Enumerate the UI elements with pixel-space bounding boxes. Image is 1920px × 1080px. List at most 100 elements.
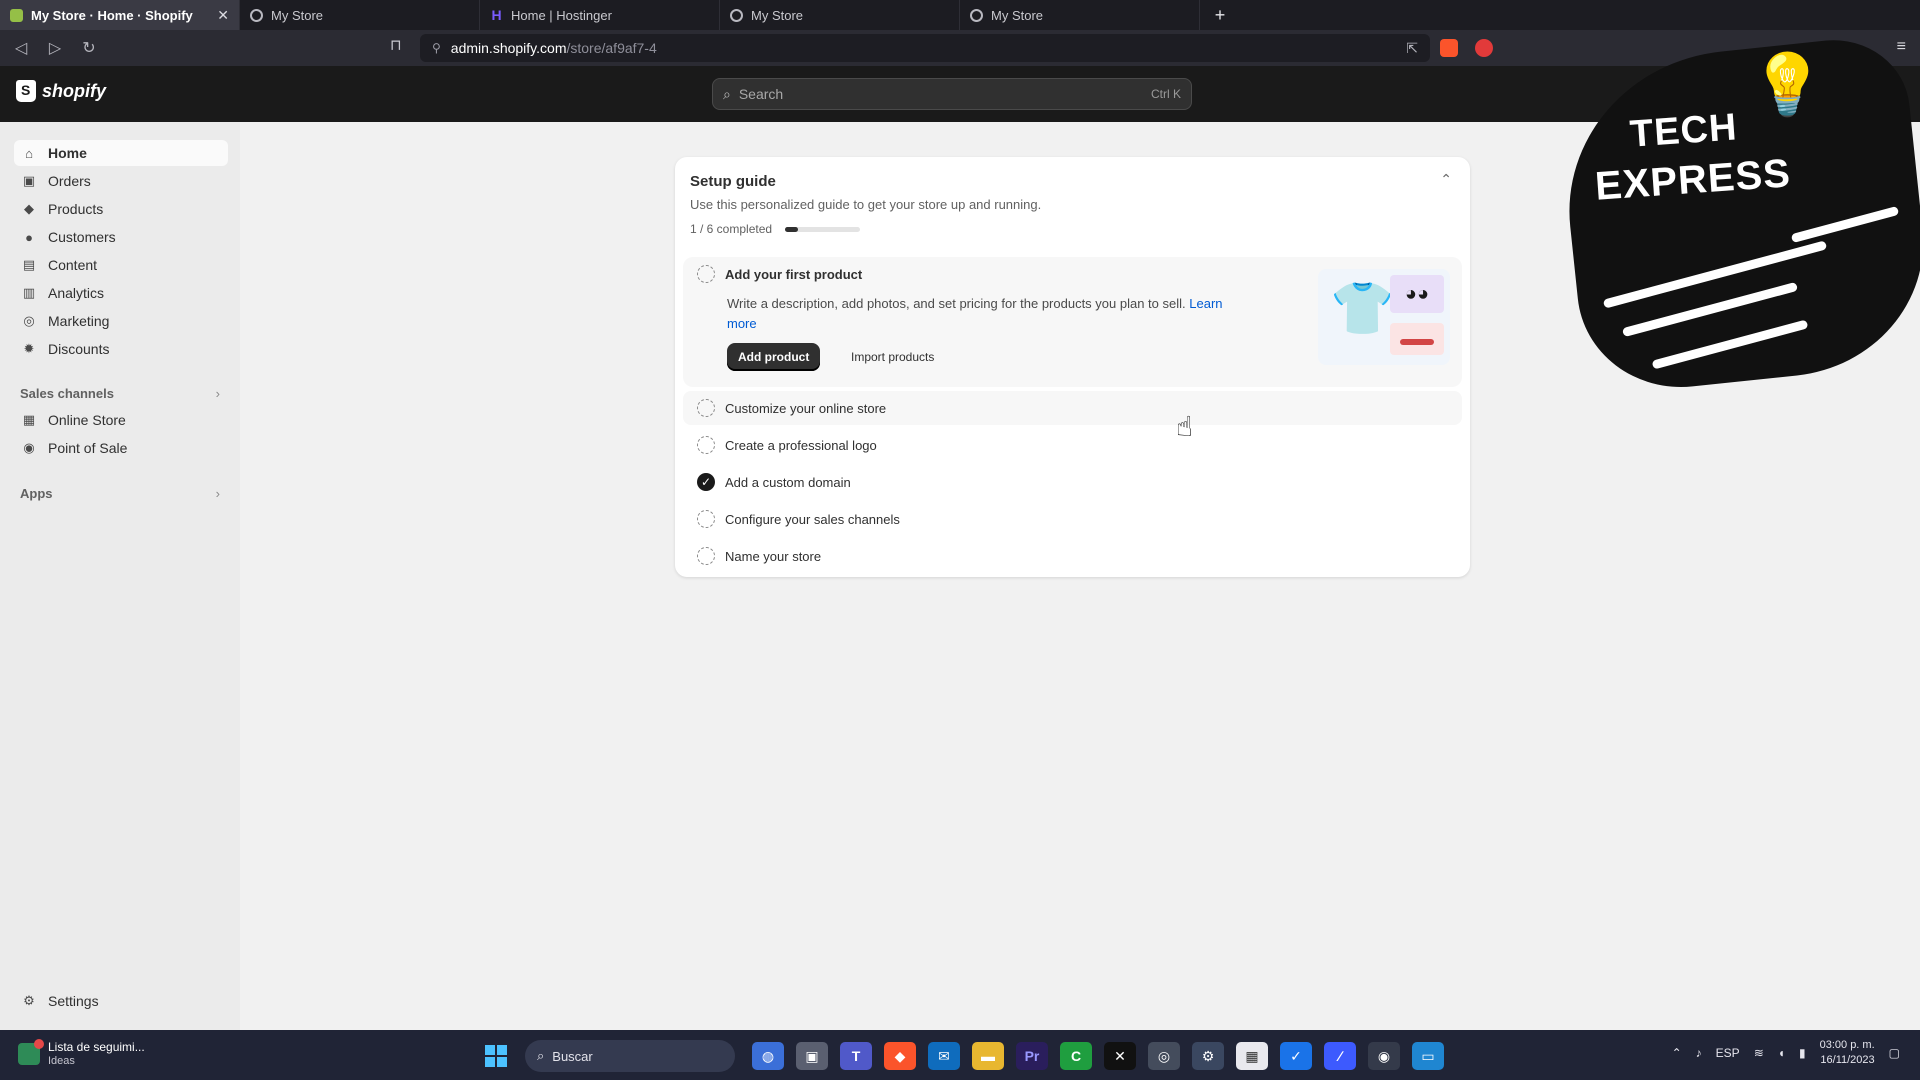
pos-icon: ◉ [23,440,35,455]
shopify-bag-icon [16,80,36,102]
teams-icon[interactable]: T [840,1042,872,1070]
target-icon: ◎ [23,313,35,328]
tab-title: My Store [991,7,1044,23]
task-status-circle-icon[interactable] [697,510,715,528]
file-explorer-icon[interactable]: ▬ [972,1042,1004,1070]
tab-title: My Store · Home · Shopify [31,7,193,23]
sidebar-item-home[interactable]: ⌂ Home [14,140,228,166]
shopify-favicon-icon [10,8,23,22]
task-header[interactable]: Add your first product [697,265,862,283]
remote-desktop-icon[interactable]: ▭ [1412,1042,1444,1070]
search-input[interactable]: ⌕ Search Ctrl K [712,78,1192,110]
taskbar-search[interactable]: ⌕ Buscar [525,1040,735,1072]
task-row[interactable]: Create a professional logo [683,428,1462,462]
browser-tab-0[interactable]: My Store · Home · Shopify ✕ [0,0,240,30]
browser-tab-2[interactable]: H Home | Hostinger [480,0,720,30]
task-row[interactable]: Name your store [683,539,1462,573]
watermark-text-line1: TECH [1628,106,1739,156]
reload-icon[interactable]: ↻ [76,35,102,61]
wifi-icon[interactable]: ≋ [1754,1046,1764,1060]
check-app-icon[interactable]: ✓ [1280,1042,1312,1070]
premiere-pro-icon[interactable]: Pr [1016,1042,1048,1070]
task-status-circle-icon[interactable] [697,436,715,454]
url-path: /store/af9af7-4 [566,40,657,56]
back-icon[interactable]: ◁ [8,35,34,61]
store-icon: ▦ [22,412,36,427]
sidebar-item-discounts[interactable]: ✹ Discounts [14,336,228,362]
sidebar-item-orders[interactable]: ▣ Orders [14,168,228,194]
search-icon: ⌕ [537,1048,545,1063]
task-status-circle-icon[interactable] [697,547,715,565]
progress-fill [785,227,798,232]
address-bar[interactable]: ⚲ admin.shopify.com /store/af9af7-4 ⇱ [420,34,1430,62]
new-tab-button[interactable]: + [1200,0,1240,30]
news-widget[interactable]: Lista de seguimi... Ideas [18,1039,145,1068]
windows-taskbar: Lista de seguimi... Ideas ⌕ Buscar ◍ ▣ T… [0,1030,1920,1080]
task-label: Configure your sales channels [725,511,900,527]
site-info-icon[interactable]: ⚲ [432,41,441,55]
import-products-button[interactable]: Import products [843,343,942,371]
sidebar-item-analytics[interactable]: ▥ Analytics [14,280,228,306]
hostinger-icon: H [491,6,502,23]
search-shortcut: Ctrl K [1151,87,1181,101]
sales-channels-header[interactable]: Sales channels › [20,386,220,401]
task-title: Add your first product [725,266,863,282]
volume-icon[interactable]: ◖ [1778,1046,1785,1060]
sidebar-item-online-store[interactable]: ▦ Online Store [14,407,228,433]
shopify-logo[interactable]: shopify [16,80,106,102]
copilot-icon[interactable]: ◍ [752,1042,784,1070]
sidebar-item-marketing[interactable]: ◎ Marketing [14,308,228,334]
brave-shield-icon[interactable] [1440,39,1458,57]
sidebar-item-content[interactable]: ▤ Content [14,252,228,278]
task-view-icon[interactable]: ▣ [796,1042,828,1070]
brave-browser-icon[interactable]: ◆ [884,1042,916,1070]
close-tab-icon[interactable]: ✕ [217,7,229,24]
hand-cursor-icon: ☝ [1176,411,1194,442]
chevron-up-icon[interactable]: ⌃ [1672,1046,1682,1060]
store-bag-icon[interactable]: ▦ [1236,1042,1268,1070]
settings-gear-icon[interactable]: ⚙ [1192,1042,1224,1070]
sidebar-item-label: Orders [48,173,91,189]
brave-rewards-icon[interactable] [1475,39,1493,57]
sidebar-item-settings[interactable]: ⚙ Settings [14,988,228,1014]
task-row[interactable]: Configure your sales channels [683,502,1462,536]
capcut-icon[interactable]: ✕ [1104,1042,1136,1070]
microphone-icon[interactable]: ♪ [1696,1046,1702,1060]
vpn-app-icon[interactable]: ∕ [1324,1042,1356,1070]
bookmark-icon[interactable]: ⊓ [390,36,402,54]
sidebar-item-customers[interactable]: ● Customers [14,224,228,250]
sidebar-item-products[interactable]: ◆ Products [14,196,228,222]
shoe-icon [1390,323,1444,355]
obs-icon[interactable]: ◉ [1368,1042,1400,1070]
apps-header[interactable]: Apps › [20,486,220,501]
chevron-up-icon[interactable]: ⌃ [1440,171,1452,188]
taskbar-apps: ◍ ▣ T ◆ ✉ ▬ Pr C ✕ ◎ ⚙ ▦ ✓ ∕ ◉ ▭ [752,1042,1444,1070]
task-row[interactable]: Customize your online store [683,391,1462,425]
language-indicator[interactable]: ESP [1716,1046,1740,1060]
browser-tab-3[interactable]: My Store [720,0,960,30]
share-icon[interactable]: ⇱ [1406,40,1418,57]
progress-text: 1 / 6 completed [690,222,773,236]
task-row[interactable]: ✓ Add a custom domain [683,465,1462,499]
browser-tab-4[interactable]: My Store [960,0,1200,30]
clock[interactable]: 03:00 p. m. 16/11/2023 [1820,1038,1875,1068]
task-status-circle-icon[interactable] [697,265,715,283]
mail-icon[interactable]: ✉ [928,1042,960,1070]
browser-tab-1[interactable]: My Store [240,0,480,30]
task-status-circle-icon[interactable] [697,399,715,417]
battery-icon[interactable]: ▮ [1799,1046,1806,1060]
tab-title: My Store [271,7,324,23]
forward-icon[interactable]: ▷ [42,35,68,61]
tshirt-icon: 👕 [1330,280,1395,338]
tech-express-watermark: 💡 TECH EXPRESS [1540,20,1920,398]
sidebar-item-label: Online Store [48,412,126,428]
notification-icon[interactable]: ▢ [1889,1046,1900,1060]
sidebar-item-point-of-sale[interactable]: ◉ Point of Sale [14,435,228,461]
add-product-button[interactable]: Add product [727,343,821,371]
app-c-icon[interactable]: C [1060,1042,1092,1070]
windows-start-icon[interactable] [485,1045,507,1067]
task-description: Write a description, add photos, and set… [727,294,1227,334]
content-icon: ▤ [22,257,36,272]
checkmark-icon[interactable]: ✓ [697,473,715,491]
chrome-icon[interactable]: ◎ [1148,1042,1180,1070]
